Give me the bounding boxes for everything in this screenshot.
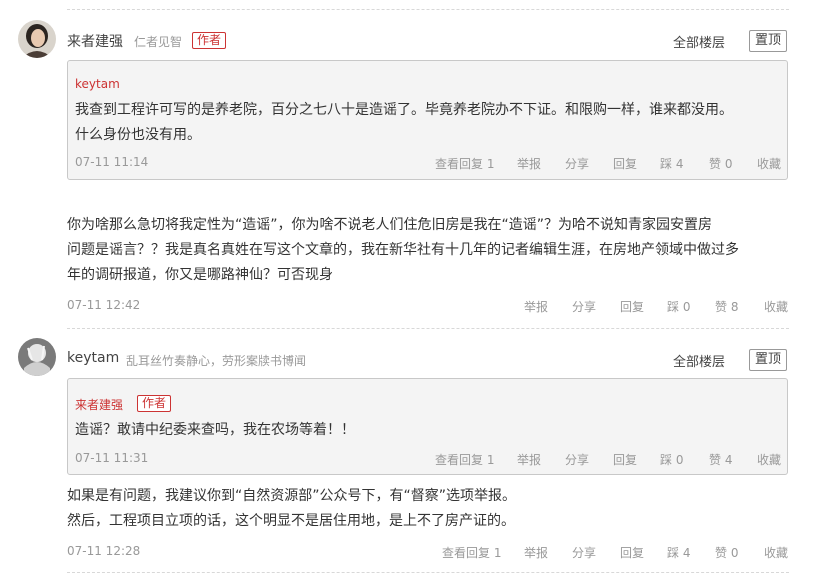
comment-author[interactable]: keytam [67,350,119,366]
share-link[interactable]: 分享 [565,451,589,468]
dislike-button[interactable]: 踩 0 [660,451,683,468]
all-floors-link[interactable]: 全部楼层 [673,32,725,51]
quoted-text-line: 什么身份也没有用。 [75,127,201,143]
like-button[interactable]: 赞 4 [709,451,732,468]
quoted-author[interactable]: 来者建强 [75,396,123,413]
like-button[interactable]: 赞 0 [715,544,738,561]
comment-author[interactable]: 来者建强 [67,31,123,51]
view-replies-link[interactable]: 查看回复 1 [442,544,501,561]
quoted-text: 造谣？敢请中纪委来查吗，我在农场等着！！ [75,418,777,443]
comment-text-line: 你为啥那么急切将我定性为“造谣”，你为啥不说老人们住危旧房是我在“造谣”？为哈不… [67,217,713,233]
avatar-image [18,20,56,58]
comment-timestamp: 07-11 12:28 [67,544,141,558]
comment-text: 你为啥那么急切将我定性为“造谣”，你为啥不说老人们住危旧房是我在“造谣”？为哈不… [67,213,797,288]
comment-text-line: 如果是有问题，我建议你到“自然资源部”公众号下，有“督察”选项举报。 [67,488,517,504]
dislike-button[interactable]: 踩 4 [667,544,690,561]
like-button[interactable]: 赞 0 [709,155,732,172]
dislike-button[interactable]: 踩 4 [660,155,683,172]
favorite-link[interactable]: 收藏 [757,451,781,468]
report-link[interactable]: 举报 [524,298,548,315]
quoted-timestamp: 07-11 11:14 [75,155,149,169]
reply-link[interactable]: 回复 [620,298,644,315]
separator [67,572,789,573]
comment-text: 如果是有问题，我建议你到“自然资源部”公众号下，有“督察”选项举报。 然后，工程… [67,484,797,534]
comment-text-line: 年的调研报道，你又是哪路神仙？可否现身 [67,267,333,283]
reply-link[interactable]: 回复 [613,451,637,468]
separator [67,328,789,329]
favorite-link[interactable]: 收藏 [764,544,788,561]
all-floors-link[interactable]: 全部楼层 [673,351,725,370]
pin-button[interactable]: 置顶 [749,349,788,371]
avatar[interactable] [18,338,56,376]
view-replies-link[interactable]: 查看回复 1 [435,155,494,172]
pin-button[interactable]: 置顶 [749,30,788,52]
share-link[interactable]: 分享 [565,155,589,172]
favorite-link[interactable]: 收藏 [764,298,788,315]
quoted-text: 我查到工程许可写的是养老院，百分之七八十是造谣了。毕竟养老院办不下证。和限购一样… [75,98,777,148]
report-link[interactable]: 举报 [524,544,548,561]
author-badge: 作者 [137,395,172,412]
author-signature: 乱耳丝竹奏静心，劳形案牍书博闻 [126,354,307,368]
comment-text-line: 然后，工程项目立项的话，这个明显不是居住用地，是上不了房产证的。 [67,513,515,529]
report-link[interactable]: 举报 [517,155,541,172]
quoted-timestamp: 07-11 11:31 [75,451,149,465]
quoted-author[interactable]: keytam [75,77,120,91]
dislike-button[interactable]: 踩 0 [667,298,690,315]
avatar[interactable] [18,20,56,58]
quoted-reply: 来者建强 作者 造谣？敢请中纪委来查吗，我在农场等着！！ 07-11 11:31… [67,378,788,475]
quoted-text-line: 我查到工程许可写的是养老院，百分之七八十是造谣了。毕竟养老院办不下证。和限购一样… [75,102,733,118]
view-replies-link[interactable]: 查看回复 1 [435,451,494,468]
favorite-link[interactable]: 收藏 [757,155,781,172]
quoted-text-line: 造谣？敢请中纪委来查吗，我在农场等着！！ [75,422,355,438]
comment-timestamp: 07-11 12:42 [67,298,141,312]
author-badge: 作者 [192,32,227,49]
report-link[interactable]: 举报 [517,451,541,468]
reply-link[interactable]: 回复 [613,155,637,172]
like-button[interactable]: 赞 8 [715,298,738,315]
separator [67,9,789,10]
reply-link[interactable]: 回复 [620,544,644,561]
comment-text-line: 问题是谣言？？我是真名真姓在写这个文章的，我在新华社有十几年的记者编辑生涯，在房… [67,242,739,258]
quoted-reply: keytam 我查到工程许可写的是养老院，百分之七八十是造谣了。毕竟养老院办不下… [67,60,788,180]
avatar-image [18,338,56,376]
author-signature: 仁者见智 [134,35,183,49]
share-link[interactable]: 分享 [572,298,596,315]
share-link[interactable]: 分享 [572,544,596,561]
